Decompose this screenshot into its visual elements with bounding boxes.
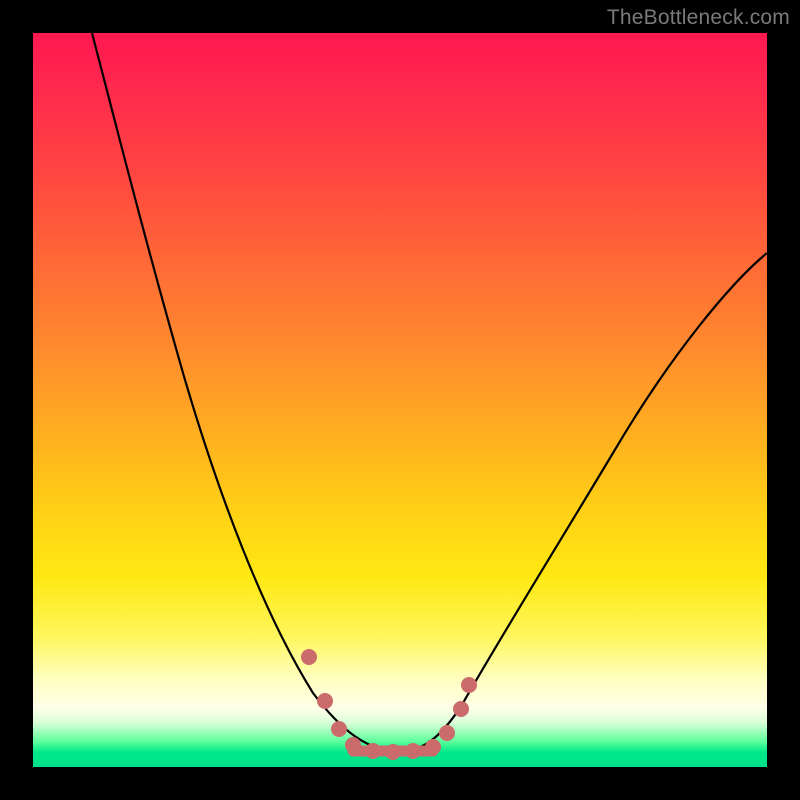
- curve-overlay: [33, 33, 767, 767]
- marker-dots: [301, 649, 477, 760]
- chart-frame: TheBottleneck.com: [0, 0, 800, 800]
- watermark-text: TheBottleneck.com: [607, 6, 790, 30]
- plot-area: [33, 33, 767, 767]
- bottleneck-curve: [92, 33, 767, 751]
